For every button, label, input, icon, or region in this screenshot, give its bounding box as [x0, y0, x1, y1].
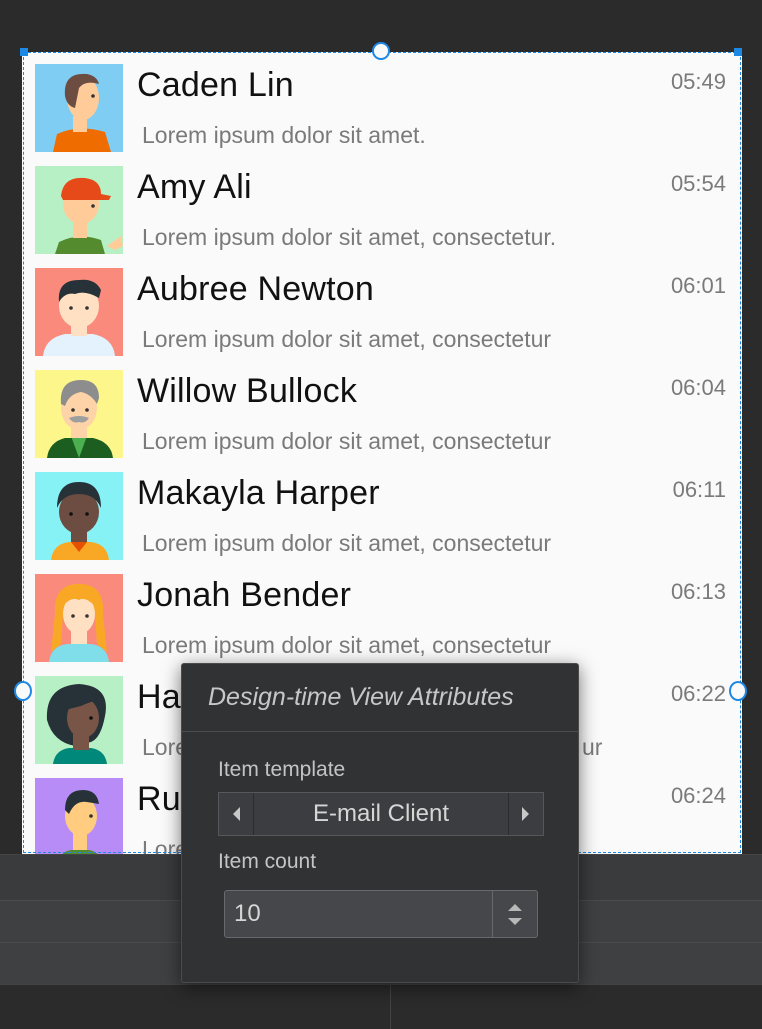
list-item[interactable]: Aubree Newton Lorem ipsum dolor sit amet…: [34, 256, 742, 358]
avatar: [35, 472, 123, 560]
item-count-value[interactable]: 10: [234, 891, 261, 937]
item-count-stepper[interactable]: [492, 891, 537, 937]
left-anchor-handle[interactable]: [14, 681, 32, 701]
contact-name: Jonah Bender: [137, 576, 352, 614]
avatar: [35, 166, 123, 254]
list-item[interactable]: Jonah Bender Lorem ipsum dolor sit amet,…: [34, 562, 742, 664]
timestamp: 06:24: [670, 783, 726, 808]
avatar: [35, 64, 123, 152]
message-preview: Lorem ipsum dolor sit amet, consectetur: [142, 326, 552, 352]
resize-handle-top-right[interactable]: [734, 48, 742, 56]
list-item[interactable]: Willow Bullock Lorem ipsum dolor sit ame…: [34, 358, 742, 460]
item-template-value: E-mail Client: [253, 793, 509, 835]
status-divider: [390, 985, 391, 1029]
right-anchor-handle[interactable]: [729, 681, 747, 701]
message-preview-tail: ur: [582, 734, 603, 760]
item-count-field[interactable]: 10: [224, 890, 538, 938]
list-item[interactable]: Amy Ali Lorem ipsum dolor sit amet, cons…: [34, 154, 742, 256]
timestamp: 06:01: [670, 273, 726, 298]
message-preview: Lorem ipsum dolor sit amet, consectetur: [142, 428, 552, 454]
message-preview: Lorem ipsum dolor sit amet, consectetur.: [142, 224, 557, 250]
timestamp: 05:49: [670, 69, 726, 94]
contact-name: Ru: [137, 780, 181, 818]
item-template-label: Item template: [218, 758, 346, 781]
design-time-attributes-popup: Design-time View Attributes Item templat…: [181, 663, 579, 983]
avatar: [35, 676, 123, 764]
chevron-left-icon: [233, 807, 240, 821]
item-count-label: Item count: [218, 850, 317, 873]
resize-handle-top-left[interactable]: [20, 48, 28, 56]
list-item[interactable]: Caden Lin Lorem ipsum dolor sit amet. 05…: [34, 52, 742, 154]
contact-name: Makayla Harper: [137, 474, 380, 512]
list-item[interactable]: Makayla Harper Lorem ipsum dolor sit ame…: [34, 460, 742, 562]
top-anchor-handle[interactable]: [372, 42, 390, 60]
contact-name: Aubree Newton: [137, 270, 374, 308]
ide-status-bar: [0, 984, 762, 1029]
avatar: [35, 268, 123, 356]
increment-icon[interactable]: [507, 903, 523, 912]
timestamp: 06:22: [670, 681, 726, 706]
contact-name: Ha: [137, 678, 181, 716]
contact-name: Willow Bullock: [137, 372, 358, 410]
decrement-icon[interactable]: [507, 917, 523, 926]
avatar: [35, 370, 123, 458]
avatar: [35, 778, 123, 854]
message-preview: Lorem ipsum dolor sit amet.: [142, 122, 426, 148]
timestamp: 06:04: [670, 375, 726, 400]
previous-template-button[interactable]: [219, 793, 253, 835]
message-preview: Lorem ipsum dolor sit amet, consectetur: [142, 632, 552, 658]
timestamp: 05:54: [670, 171, 726, 196]
avatar: [35, 574, 123, 662]
contact-name: Amy Ali: [137, 168, 252, 206]
contact-name: Caden Lin: [137, 66, 294, 104]
next-template-button[interactable]: [509, 793, 543, 835]
chevron-right-icon: [522, 807, 529, 821]
popup-title: Design-time View Attributes: [182, 664, 578, 732]
timestamp: 06:13: [670, 579, 726, 604]
message-preview: Lorem ipsum dolor sit amet, consectetur: [142, 530, 552, 556]
item-template-selector[interactable]: E-mail Client: [218, 792, 544, 836]
timestamp: 06:11: [672, 477, 726, 502]
